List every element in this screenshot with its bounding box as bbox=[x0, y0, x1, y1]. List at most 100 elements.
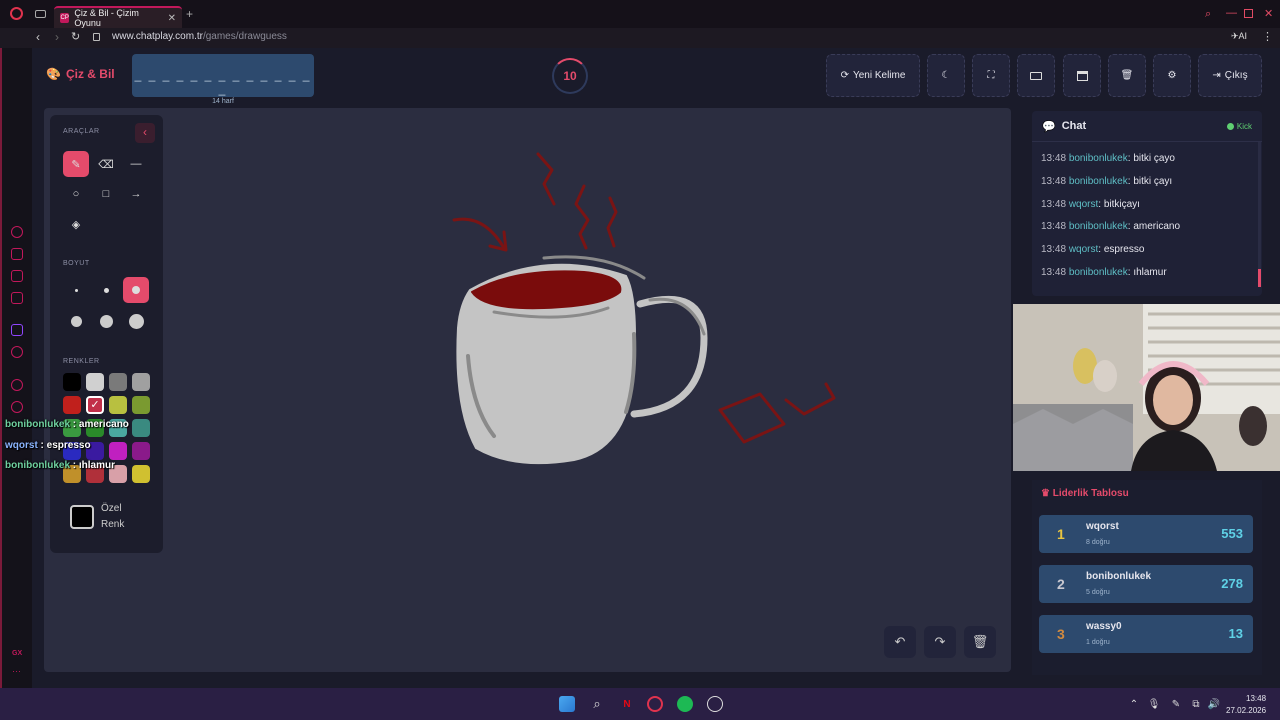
color-swatch[interactable] bbox=[132, 442, 150, 460]
minimize-icon[interactable]: — bbox=[1226, 7, 1237, 19]
size-3[interactable] bbox=[123, 277, 149, 303]
chat-user[interactable]: bonibonlukek bbox=[1069, 153, 1128, 164]
tray-chevron-icon[interactable]: ⌃ bbox=[1126, 696, 1142, 712]
sidebar-twitch-icon[interactable] bbox=[11, 324, 23, 336]
volume-icon[interactable]: 🔊 bbox=[1206, 696, 1222, 712]
app-logo[interactable]: 🎨 Çiz & Bil bbox=[46, 67, 115, 81]
player-score: 13 bbox=[1228, 626, 1243, 641]
color-swatch[interactable] bbox=[63, 396, 81, 414]
keyboard-button[interactable] bbox=[1017, 54, 1055, 97]
url-field[interactable]: www.chatplay.com.tr/games/drawguess bbox=[112, 31, 287, 42]
redo-button[interactable]: ↷ bbox=[924, 626, 956, 658]
reload-icon[interactable]: ↻ bbox=[71, 30, 80, 43]
size-2[interactable] bbox=[93, 277, 119, 303]
app-icon[interactable] bbox=[707, 696, 723, 712]
taskbar-clock[interactable]: 13:48 27.02.2026 bbox=[1226, 693, 1266, 717]
color-swatch[interactable] bbox=[109, 373, 127, 391]
player-correct: 8 doğru bbox=[1086, 539, 1110, 546]
collapse-tools-button[interactable]: ‹ bbox=[135, 123, 155, 143]
chat-time: 13:48 bbox=[1041, 244, 1067, 255]
sidebar-mail-icon[interactable] bbox=[11, 292, 23, 304]
sidebar-app-icon[interactable] bbox=[11, 346, 23, 358]
fill-tool[interactable]: ◈ bbox=[63, 211, 89, 237]
word-display: _ _ _ _ _ _ _ _ _ _ _ _ _ _ 14 harf bbox=[132, 54, 314, 105]
size-6[interactable] bbox=[123, 308, 149, 334]
network-icon[interactable]: ⧉ bbox=[1188, 696, 1204, 712]
fullscreen-button[interactable]: ⛶ bbox=[972, 54, 1010, 97]
search-icon[interactable]: ⌕ bbox=[1205, 8, 1211, 21]
maximize-icon[interactable] bbox=[1244, 9, 1253, 18]
sidebar-speed-icon[interactable] bbox=[11, 226, 23, 238]
color-swatch[interactable] bbox=[63, 373, 81, 391]
opera-icon[interactable] bbox=[10, 7, 23, 20]
color-swatch[interactable] bbox=[132, 419, 150, 437]
color-swatch[interactable] bbox=[86, 373, 104, 391]
menu-icon[interactable]: ⋮ bbox=[1262, 30, 1273, 43]
sidebar-bag-icon[interactable] bbox=[11, 248, 23, 260]
back-icon[interactable]: ‹ bbox=[36, 30, 40, 44]
arrow-tool[interactable]: → bbox=[123, 181, 149, 207]
sidebar-play-icon[interactable] bbox=[11, 379, 23, 391]
circle-tool[interactable]: ○ bbox=[63, 181, 89, 207]
new-tab-icon[interactable]: + bbox=[186, 7, 193, 21]
line-tool[interactable]: — bbox=[123, 151, 149, 177]
netflix-icon[interactable]: N bbox=[619, 696, 635, 712]
tab-close-icon[interactable]: ✕ bbox=[168, 13, 176, 24]
tab-list-icon[interactable] bbox=[35, 10, 46, 18]
windows-start-icon[interactable] bbox=[559, 696, 575, 712]
clear-button[interactable]: 🗑 bbox=[1108, 54, 1146, 97]
undo-button[interactable]: ↶ bbox=[884, 626, 916, 658]
redo-icon: ↷ bbox=[934, 634, 946, 649]
close-window-icon[interactable]: ✕ bbox=[1264, 7, 1273, 20]
color-swatch[interactable] bbox=[109, 442, 127, 460]
sidebar-history-icon[interactable] bbox=[11, 401, 23, 413]
ai-button[interactable]: ✈AI bbox=[1231, 31, 1247, 42]
pen-tray-icon[interactable]: ✎ bbox=[1168, 696, 1184, 712]
logo-text: Çiz & Bil bbox=[65, 67, 115, 81]
exit-label: Çıkış bbox=[1224, 70, 1248, 81]
opera-gx-icon[interactable] bbox=[647, 696, 663, 712]
gear-icon: ⚙ bbox=[1167, 70, 1177, 81]
overlay-message: bonibonlukek : americano bbox=[5, 419, 129, 430]
color-swatch[interactable] bbox=[109, 396, 127, 414]
size-1[interactable] bbox=[63, 277, 89, 303]
chat-text: bitki çayı bbox=[1133, 176, 1173, 187]
chat-user[interactable]: wqorst bbox=[1069, 199, 1098, 210]
new-word-button[interactable]: ⟳ Yeni Kelime bbox=[826, 54, 920, 97]
square-tool[interactable]: □ bbox=[93, 181, 119, 207]
color-swatch[interactable] bbox=[132, 396, 150, 414]
chat-user[interactable]: wqorst bbox=[1069, 244, 1098, 255]
mic-icon[interactable]: 🎙 bbox=[1146, 696, 1162, 712]
chat-user[interactable]: bonibonlukek bbox=[1069, 176, 1128, 187]
color-swatch[interactable]: ✓ bbox=[86, 396, 104, 414]
exit-button[interactable]: ⇥ Çıkış bbox=[1198, 54, 1262, 97]
chat-scrollbar[interactable] bbox=[1258, 142, 1261, 287]
dark-mode-button[interactable]: ☾ bbox=[927, 54, 965, 97]
chat-user[interactable]: bonibonlukek bbox=[1069, 221, 1128, 232]
custom-color-swatch[interactable] bbox=[70, 505, 94, 529]
size-5[interactable] bbox=[93, 308, 119, 334]
eraser-tool[interactable]: ⌫ bbox=[93, 151, 119, 177]
color-swatch[interactable] bbox=[132, 465, 150, 483]
ai-label: AI bbox=[1238, 31, 1248, 41]
sidebar-gx-icon[interactable]: GX bbox=[12, 650, 22, 657]
sidebar-chat-icon[interactable] bbox=[11, 270, 23, 282]
settings-button[interactable]: ⚙ bbox=[1153, 54, 1191, 97]
tab-current[interactable]: CP Çiz & Bil - Çizim Oyunu ✕ bbox=[54, 6, 182, 28]
sidebar-more-icon[interactable]: ··· bbox=[12, 666, 21, 676]
overlay-user: wqorst bbox=[5, 440, 38, 451]
chat-message: 13:48 bonibonlukek: bitki çayo bbox=[1041, 153, 1175, 164]
size-4[interactable] bbox=[63, 308, 89, 334]
chat-user[interactable]: bonibonlukek bbox=[1069, 267, 1128, 278]
color-swatch[interactable] bbox=[132, 373, 150, 391]
line-icon: — bbox=[130, 158, 142, 170]
spotify-icon[interactable] bbox=[677, 696, 693, 712]
search-icon[interactable]: ⌕ bbox=[589, 696, 605, 712]
fullscreen-icon: ⛶ bbox=[987, 70, 995, 81]
pen-tool[interactable]: ✎ bbox=[63, 151, 89, 177]
drawing-canvas[interactable] bbox=[44, 108, 1011, 672]
forward-icon[interactable]: › bbox=[55, 30, 59, 44]
archive-button[interactable] bbox=[1063, 54, 1101, 97]
overlay-message: wqorst : espresso bbox=[5, 440, 91, 451]
clear-canvas-button[interactable]: 🗑 bbox=[964, 626, 996, 658]
